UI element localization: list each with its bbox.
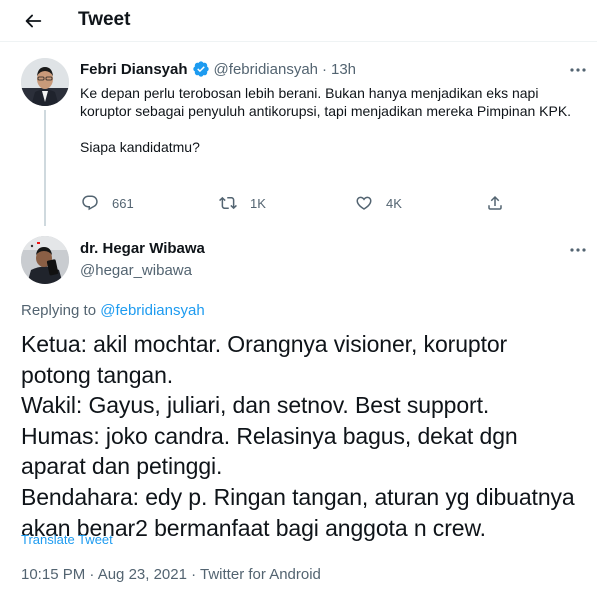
author-handle[interactable]: @febridiansyah xyxy=(214,61,318,78)
retweet-button[interactable]: 1K xyxy=(218,194,266,212)
reply-text-line: Wakil: Gayus, juliari, dan setnov. Best … xyxy=(21,392,490,419)
retweet-count: 1K xyxy=(250,195,266,211)
more-options-button[interactable] xyxy=(566,62,590,78)
more-dots-icon xyxy=(570,248,586,252)
reply-text-line: potong tangan. xyxy=(21,361,174,388)
tweet-actions: 661 1K 4K xyxy=(80,194,520,214)
like-button[interactable]: 4K xyxy=(354,194,402,212)
separator-dot: · xyxy=(322,60,327,78)
profile-photo-icon xyxy=(21,236,69,284)
tweet-text: Ke depan perlu terobosan lebih berani. B… xyxy=(80,84,580,174)
author-name[interactable]: Febri Diansyah xyxy=(80,61,188,78)
reply-author-name[interactable]: dr. Hegar Wibawa xyxy=(80,240,205,257)
translate-tweet-link[interactable]: Translate Tweet xyxy=(21,532,113,547)
tweet-time[interactable]: 13h xyxy=(331,61,356,78)
top-bar: Tweet xyxy=(0,0,597,42)
share-button[interactable] xyxy=(485,194,505,212)
share-icon xyxy=(488,195,502,210)
reply-count: 661 xyxy=(112,195,134,211)
heart-icon xyxy=(356,196,372,210)
avatar[interactable] xyxy=(21,236,69,284)
avatar[interactable] xyxy=(21,58,69,106)
reply-icon xyxy=(82,195,98,211)
reply-tweet-text: Ketua: akil mochtar. Orangnya visioner, … xyxy=(21,329,581,543)
more-dots-icon xyxy=(570,68,586,72)
like-count: 4K xyxy=(386,195,402,211)
replying-to-link[interactable]: @febridiansyah xyxy=(100,302,204,319)
tweet-timestamp-meta[interactable]: 10:15 PM · Aug 23, 2021 · Twitter for An… xyxy=(21,566,321,583)
reply-author-handle[interactable]: @hegar_wibawa xyxy=(80,262,192,279)
reply-text-line: Ketua: akil mochtar. Orangnya visioner, … xyxy=(21,331,508,357)
page-title: Tweet xyxy=(78,9,131,30)
reply-text-line: aparat dan petinggi. xyxy=(21,453,223,480)
reply-text-line: Bendahara: edy p. Ringan tangan, aturan … xyxy=(21,483,575,510)
arrow-left-icon xyxy=(25,14,42,28)
profile-photo-icon xyxy=(21,58,69,106)
back-button[interactable] xyxy=(20,8,46,34)
tweet-paragraph: Ke depan perlu terobosan lebih berani. B… xyxy=(80,85,572,119)
tweet-paragraph: Siapa kandidatmu? xyxy=(80,139,200,155)
retweet-icon xyxy=(219,196,237,210)
thread-line xyxy=(44,110,46,226)
tweet-author-row: Febri Diansyah @febridiansyah · 13h xyxy=(80,60,356,78)
replying-prefix: Replying to xyxy=(21,302,97,319)
reply-text-line: Humas: joko candra. Relasinya bagus, dek… xyxy=(21,422,518,449)
replying-to: Replying to @febridiansyah xyxy=(21,302,205,319)
more-options-button[interactable] xyxy=(566,242,590,258)
verified-badge-icon xyxy=(192,61,209,77)
reply-button[interactable]: 661 xyxy=(80,194,134,212)
